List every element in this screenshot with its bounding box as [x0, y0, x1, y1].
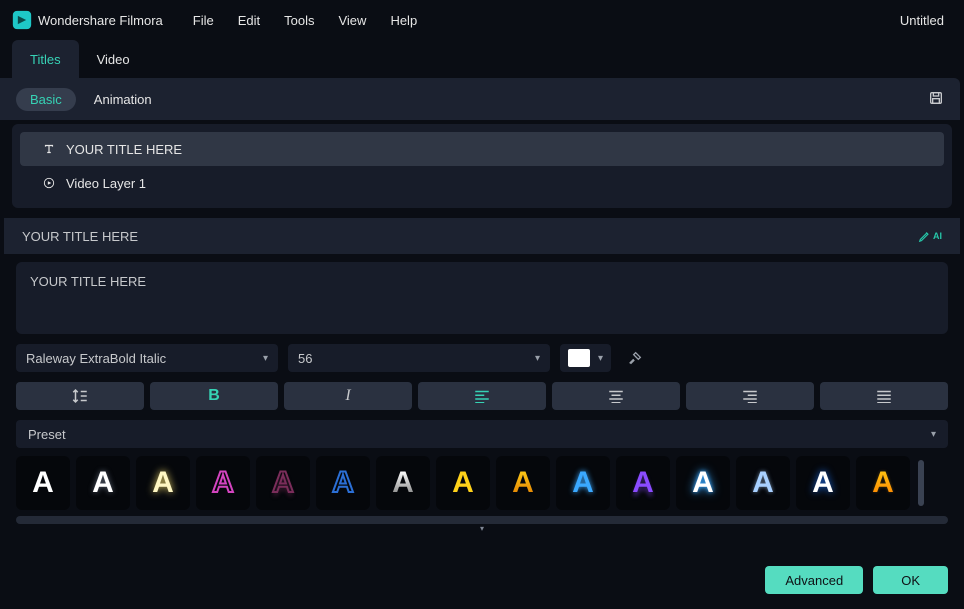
preset-row: Preset ▾: [0, 410, 964, 448]
menu-edit[interactable]: Edit: [238, 13, 260, 28]
layer-title-label: YOUR TITLE HERE: [66, 142, 182, 157]
video-layer-icon: [42, 176, 56, 190]
subtab-row: Basic Animation: [0, 78, 960, 120]
preset-thumb-13[interactable]: A: [736, 456, 790, 510]
align-left-button[interactable]: [418, 382, 546, 410]
ok-button[interactable]: OK: [873, 566, 948, 594]
layer-video-label: Video Layer 1: [66, 176, 146, 191]
menu-help[interactable]: Help: [390, 13, 417, 28]
chevron-down-icon: ▾: [931, 429, 936, 440]
preset-thumb-14[interactable]: A: [796, 456, 850, 510]
app-title: Wondershare Filmora: [38, 13, 163, 28]
app-logo-icon: [12, 10, 32, 30]
font-controls-row: Raleway ExtraBold Italic ▾ 56 ▾ ▾: [0, 334, 964, 372]
preset-thumb-10[interactable]: A: [556, 456, 610, 510]
font-family-value: Raleway ExtraBold Italic: [26, 351, 166, 366]
preset-thumb-5[interactable]: A: [256, 456, 310, 510]
color-swatch: [568, 349, 590, 367]
preset-thumbnails: A A A A A A A A A A A A A A A: [0, 448, 964, 510]
align-center-button[interactable]: [552, 382, 680, 410]
layer-video-row[interactable]: Video Layer 1: [20, 166, 944, 200]
chevron-down-icon: ▾: [263, 353, 268, 364]
italic-button[interactable]: I: [284, 382, 412, 410]
section-header: YOUR TITLE HERE AI: [4, 218, 960, 254]
preset-thumb-4[interactable]: A: [196, 456, 250, 510]
menu-view[interactable]: View: [338, 13, 366, 28]
title-text-input[interactable]: YOUR TITLE HERE: [16, 262, 948, 334]
align-right-button[interactable]: [686, 382, 814, 410]
ai-edit-icon[interactable]: AI: [918, 229, 942, 243]
layers-panel: YOUR TITLE HERE Video Layer 1: [12, 124, 952, 208]
font-size-select[interactable]: 56 ▾: [288, 344, 550, 372]
align-justify-button[interactable]: [820, 382, 948, 410]
bold-button[interactable]: B: [150, 382, 278, 410]
menu-file[interactable]: File: [193, 13, 214, 28]
hscroll-wrap: [0, 510, 964, 524]
preset-thumb-1[interactable]: A: [16, 456, 70, 510]
preset-thumb-9[interactable]: A: [496, 456, 550, 510]
text-layer-icon: [42, 142, 56, 156]
section-header-label: YOUR TITLE HERE: [22, 229, 138, 244]
preset-thumb-11[interactable]: A: [616, 456, 670, 510]
format-tool-row: B I: [0, 372, 964, 410]
eyedropper-icon[interactable]: [621, 344, 649, 372]
preset-thumb-8[interactable]: A: [436, 456, 490, 510]
tab-titles[interactable]: Titles: [12, 40, 79, 78]
project-title: Untitled: [900, 13, 944, 28]
preset-vertical-scrollbar[interactable]: [918, 460, 924, 506]
line-spacing-button[interactable]: [16, 382, 144, 410]
preset-thumb-12[interactable]: A: [676, 456, 730, 510]
subtab-basic[interactable]: Basic: [16, 88, 76, 111]
preset-thumb-3[interactable]: A: [136, 456, 190, 510]
menu-items: File Edit Tools View Help: [193, 13, 417, 28]
chevron-down-icon: ▾: [598, 353, 603, 364]
font-size-value: 56: [298, 351, 312, 366]
preset-label: Preset: [28, 427, 66, 442]
preset-thumb-15[interactable]: A: [856, 456, 910, 510]
font-color-select[interactable]: ▾: [560, 344, 611, 372]
subtab-animation[interactable]: Animation: [94, 92, 152, 107]
menu-bar: Wondershare Filmora File Edit Tools View…: [0, 0, 964, 40]
menu-tools[interactable]: Tools: [284, 13, 314, 28]
font-family-select[interactable]: Raleway ExtraBold Italic ▾: [16, 344, 278, 372]
preset-horizontal-scrollbar[interactable]: [16, 516, 948, 524]
preset-thumb-2[interactable]: A: [76, 456, 130, 510]
advanced-button[interactable]: Advanced: [765, 566, 863, 594]
top-tabs: Titles Video: [0, 40, 964, 78]
chevron-down-icon: ▾: [535, 353, 540, 364]
preset-thumb-6[interactable]: A: [316, 456, 370, 510]
footer: Advanced OK: [0, 561, 964, 609]
save-preset-icon[interactable]: [928, 90, 944, 109]
preset-select[interactable]: Preset ▾: [16, 420, 948, 448]
preset-thumb-7[interactable]: A: [376, 456, 430, 510]
tab-video[interactable]: Video: [79, 40, 148, 78]
text-area-wrap: YOUR TITLE HERE: [0, 254, 964, 334]
layer-title-row[interactable]: YOUR TITLE HERE: [20, 132, 944, 166]
